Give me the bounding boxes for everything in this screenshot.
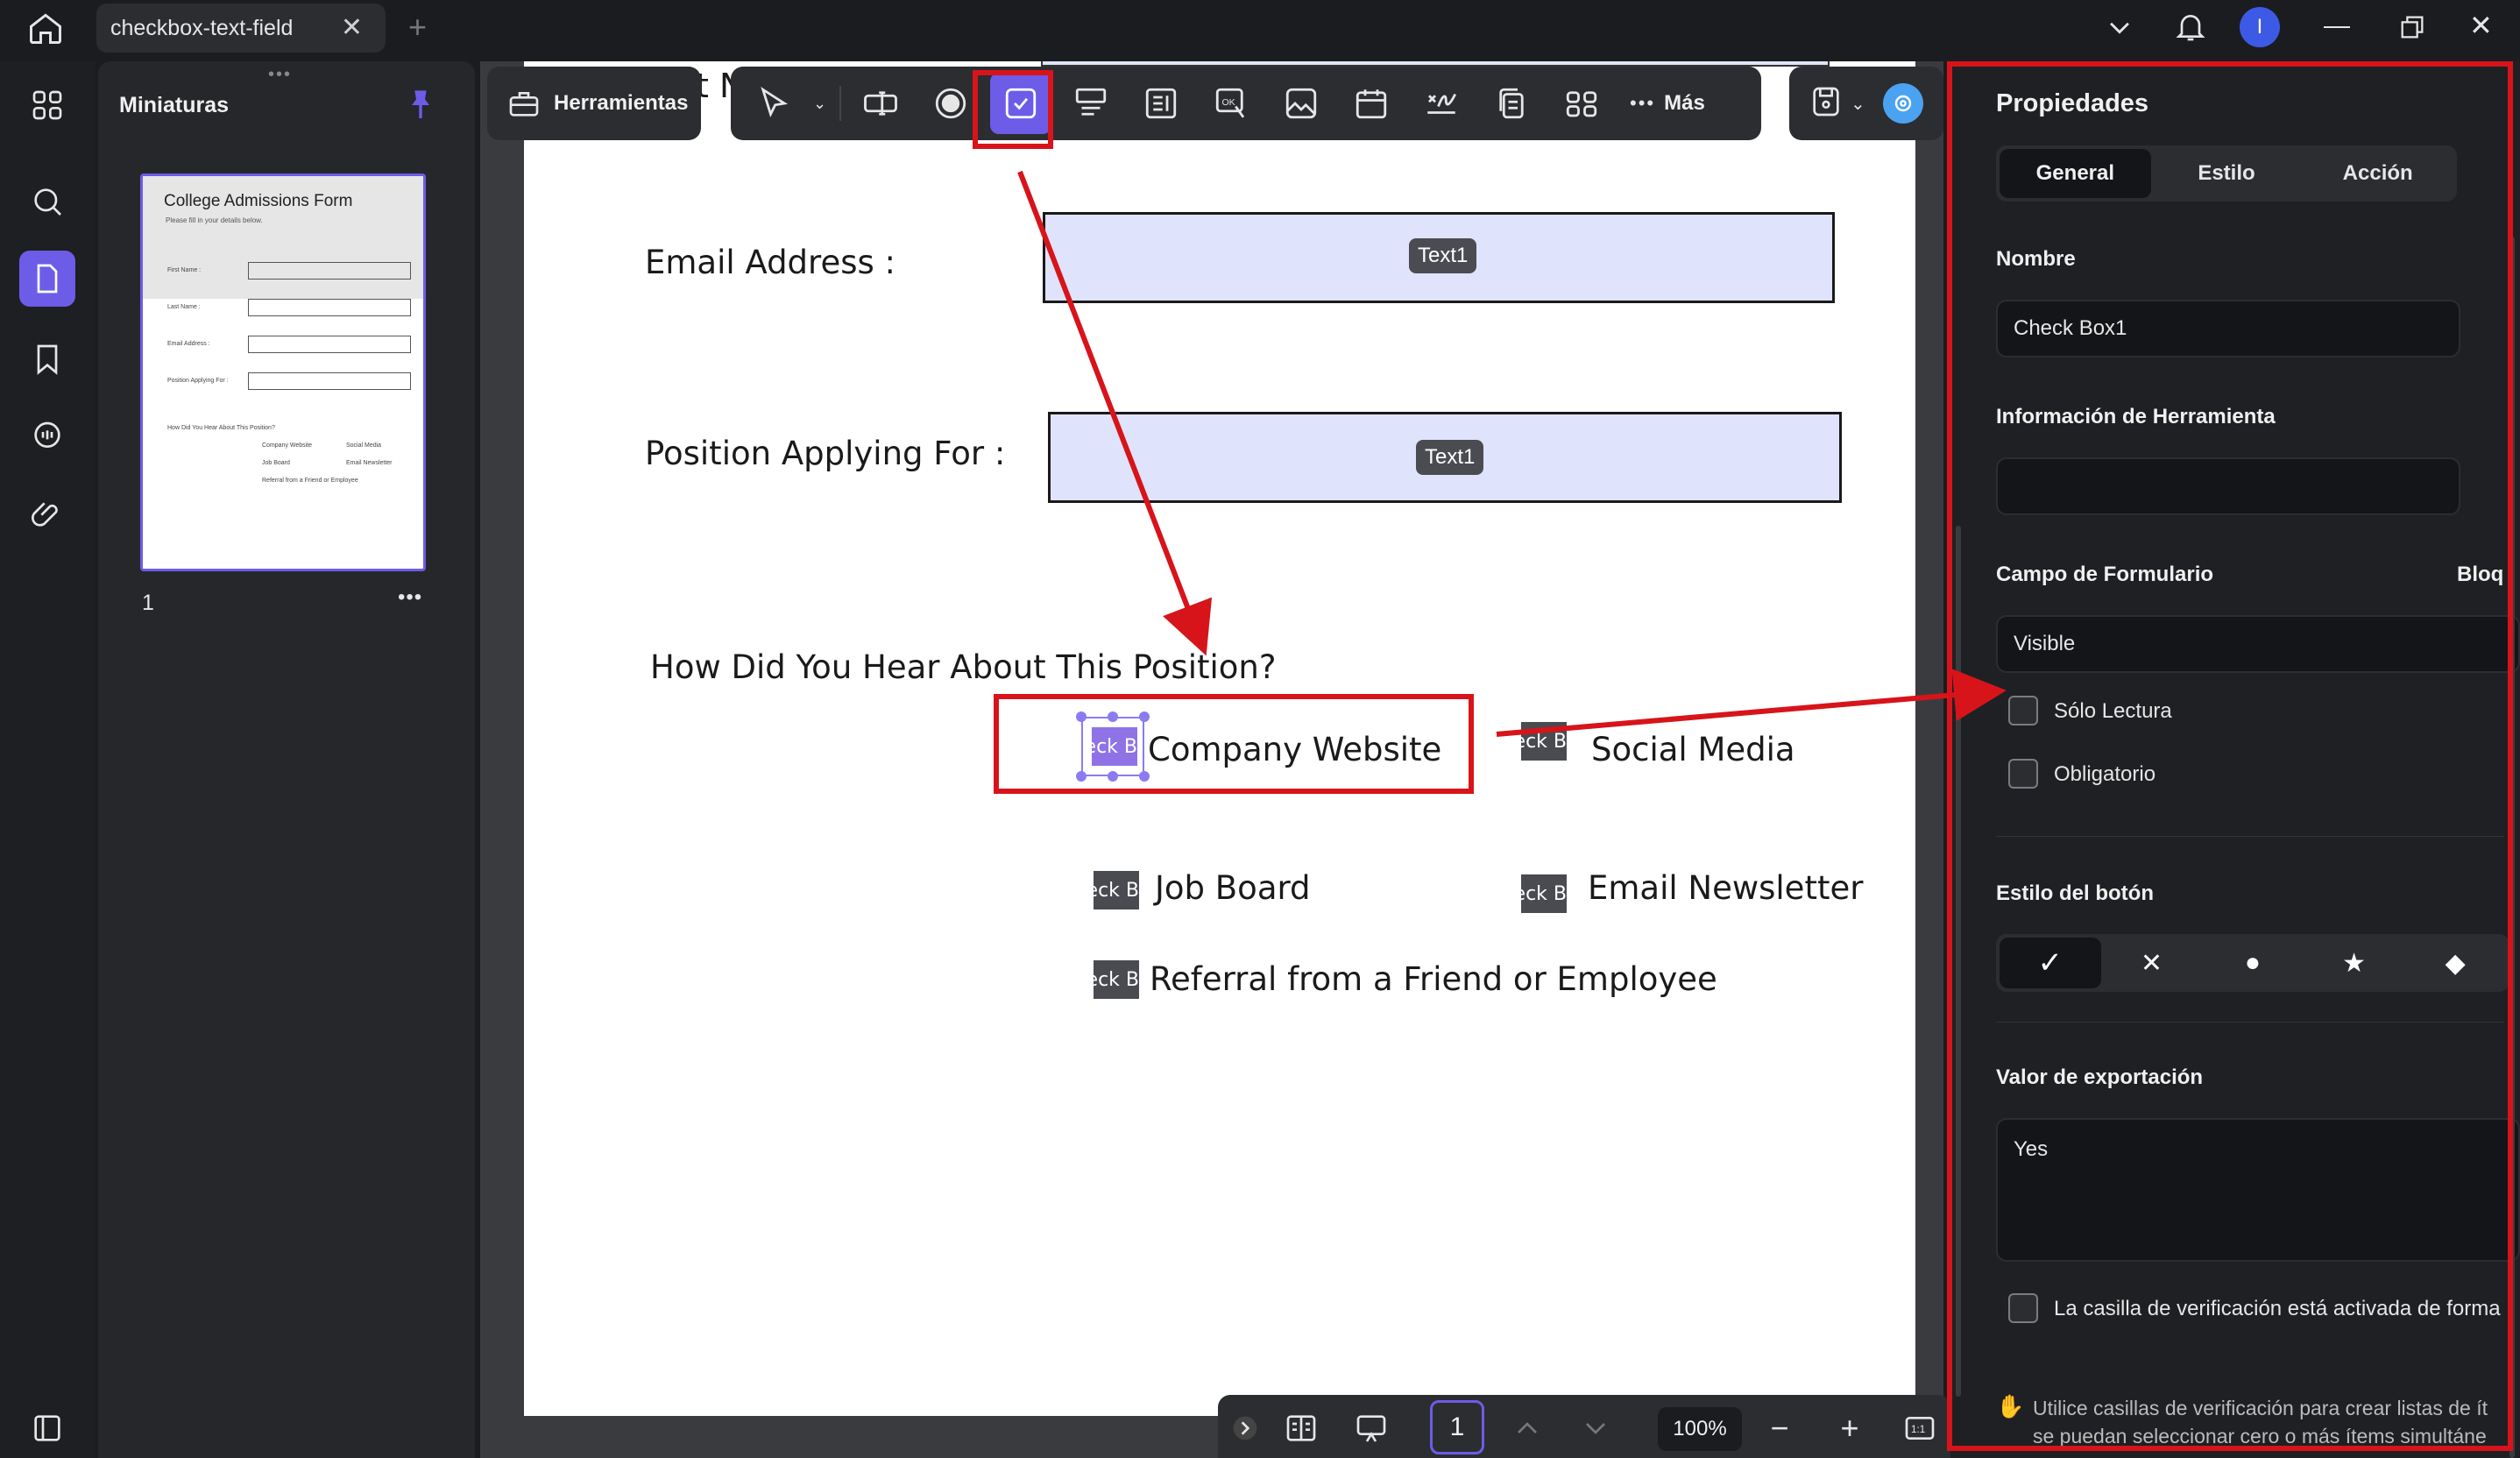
annotation-arrows bbox=[1017, 170, 2007, 737]
arrow-checkbox-to-properties bbox=[1496, 669, 2007, 737]
arrow-tool-to-checkbox bbox=[1017, 170, 1213, 656]
